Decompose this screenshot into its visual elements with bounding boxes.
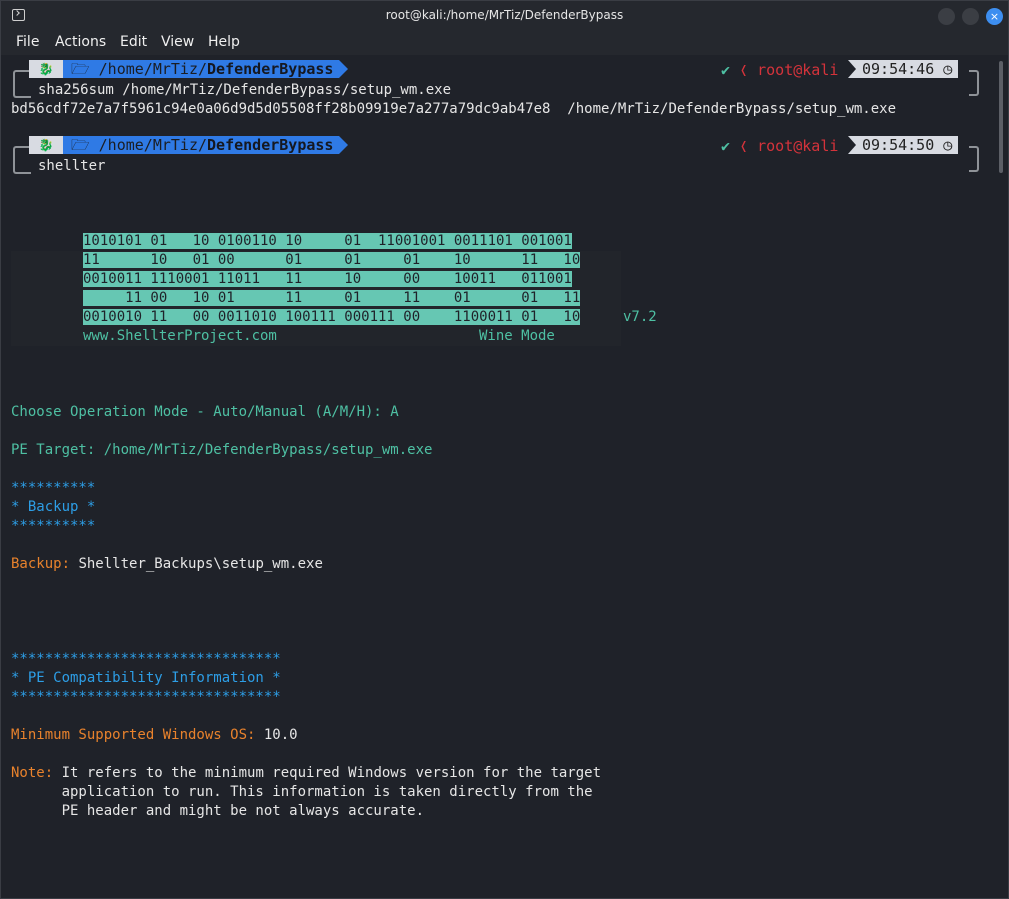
pe-stars-bottom: ******************************** bbox=[11, 689, 281, 705]
title-bar[interactable]: root@kali:/home/MrTiz/DefenderBypass × bbox=[1, 1, 1008, 31]
path-separator: / bbox=[197, 60, 208, 78]
operation-mode-line: Choose Operation Mode - Auto/Manual (A/M… bbox=[11, 404, 399, 420]
path-separator: / bbox=[197, 136, 208, 154]
banner-row-2: 11 10 01 00 01 01 01 10 11 10 bbox=[83, 252, 581, 268]
command-line-1: sha256sum /home/MrTiz/DefenderBypass/set… bbox=[38, 82, 452, 98]
banner-row-3: 0010011 1110001 11011 11 10 00 10011 011… bbox=[83, 271, 572, 287]
backup-value: Shellter_Backups\setup_wm.exe bbox=[70, 556, 323, 572]
kali-logo-icon: 🐉 bbox=[29, 60, 63, 78]
prompt-user: root@kali bbox=[757, 137, 839, 155]
menu-help[interactable]: Help bbox=[208, 34, 240, 50]
min-os-line: Minimum Supported Windows OS: 10.0 bbox=[11, 726, 298, 744]
path-dir: DefenderBypass bbox=[207, 136, 334, 154]
banner-version: v7.2 bbox=[623, 309, 657, 325]
terminal-scrollbar[interactable] bbox=[999, 61, 1003, 173]
close-button[interactable]: × bbox=[986, 8, 1003, 25]
prompt-time-box: 09:54:50 ◷ bbox=[848, 136, 959, 154]
pe-stars-top: ******************************** bbox=[11, 651, 281, 667]
backup-label: Backup: bbox=[11, 556, 71, 572]
prompt-user: root@kali bbox=[757, 61, 839, 79]
prompt-status-1: ✔ ❬ root@kali bbox=[721, 61, 839, 79]
note-line-1: Note: It refers to the minimum required … bbox=[11, 765, 602, 781]
note-line-3: PE header and might be not always accura… bbox=[11, 803, 425, 819]
pe-target-line: PE Target: /home/MrTiz/DefenderBypass/se… bbox=[11, 442, 433, 458]
banner-row-5: 0010010 11 00 0011010 100111 000111 00 1… bbox=[83, 309, 581, 325]
backup-stars-top: ********** bbox=[11, 480, 96, 496]
menu-file[interactable]: File bbox=[16, 34, 39, 50]
menu-view[interactable]: View bbox=[161, 34, 194, 50]
note-line-2: application to run. This information is … bbox=[11, 784, 593, 800]
min-os-value: 10.0 bbox=[255, 727, 298, 743]
folder-icon: 🗁 bbox=[71, 60, 99, 78]
prompt-time: 09:54:50 bbox=[862, 136, 935, 154]
success-check-icon: ✔ bbox=[721, 137, 731, 155]
menu-edit[interactable]: Edit bbox=[120, 34, 147, 50]
path-prefix: /home/ bbox=[98, 136, 153, 154]
prompt-bracket-bottom bbox=[13, 88, 31, 98]
close-icon: × bbox=[989, 10, 1000, 23]
window-title: root@kali:/home/MrTiz/DefenderBypass bbox=[385, 8, 624, 22]
min-os-label: Minimum Supported Windows OS: bbox=[11, 727, 256, 743]
hash-output: bd56cdf72e7a7f5961c94e0a06d9d5d05508ff28… bbox=[11, 101, 897, 117]
banner-row-1: 1010101 01 10 0100110 10 01 11001001 001… bbox=[83, 233, 572, 249]
note-label: Note: bbox=[11, 765, 54, 781]
prompt-bracket-right-bottom bbox=[969, 86, 979, 96]
banner-row-4: 11 00 10 01 11 01 11 01 01 11 bbox=[83, 290, 581, 306]
menu-actions[interactable]: Actions bbox=[55, 34, 106, 50]
path-user: MrTiz bbox=[152, 136, 198, 154]
clock-icon: ◷ bbox=[943, 60, 953, 78]
success-check-icon: ✔ bbox=[721, 61, 731, 79]
maximize-button[interactable] bbox=[962, 8, 979, 25]
path-user: MrTiz bbox=[152, 60, 198, 78]
path-dir: DefenderBypass bbox=[207, 60, 334, 78]
minimize-button[interactable] bbox=[938, 8, 955, 25]
terminal-window: root@kali:/home/MrTiz/DefenderBypass × F… bbox=[0, 0, 1009, 899]
prompt-bracket-bottom bbox=[13, 164, 31, 174]
prompt-path-segment: 🗁 /home/MrTiz/DefenderBypass bbox=[63, 136, 349, 154]
banner-mode: Wine Mode bbox=[479, 328, 555, 344]
command-line-2: shellter bbox=[38, 158, 106, 174]
backup-stars-bottom: ********** bbox=[11, 518, 96, 534]
prompt-bracket-right-bottom bbox=[969, 162, 979, 172]
backup-title: * Backup * bbox=[11, 499, 96, 515]
prompt-status-2: ✔ ❬ root@kali bbox=[721, 137, 839, 155]
folder-icon: 🗁 bbox=[71, 136, 99, 154]
menu-bar: File Actions Edit View Help bbox=[1, 31, 1008, 55]
banner-url: www.ShellterProject.com bbox=[83, 328, 277, 344]
prompt-time-box: 09:54:46 ◷ bbox=[848, 60, 959, 78]
pe-title: * PE Compatibility Information * bbox=[11, 670, 281, 686]
clock-icon: ◷ bbox=[943, 136, 953, 154]
kali-logo-icon: 🐉 bbox=[29, 136, 63, 154]
prompt-time: 09:54:46 bbox=[862, 60, 935, 78]
backup-line: Backup: Shellter_Backups\setup_wm.exe bbox=[11, 555, 323, 573]
prompt-path-segment: 🗁 /home/MrTiz/DefenderBypass bbox=[63, 60, 349, 78]
path-prefix: /home/ bbox=[98, 60, 153, 78]
